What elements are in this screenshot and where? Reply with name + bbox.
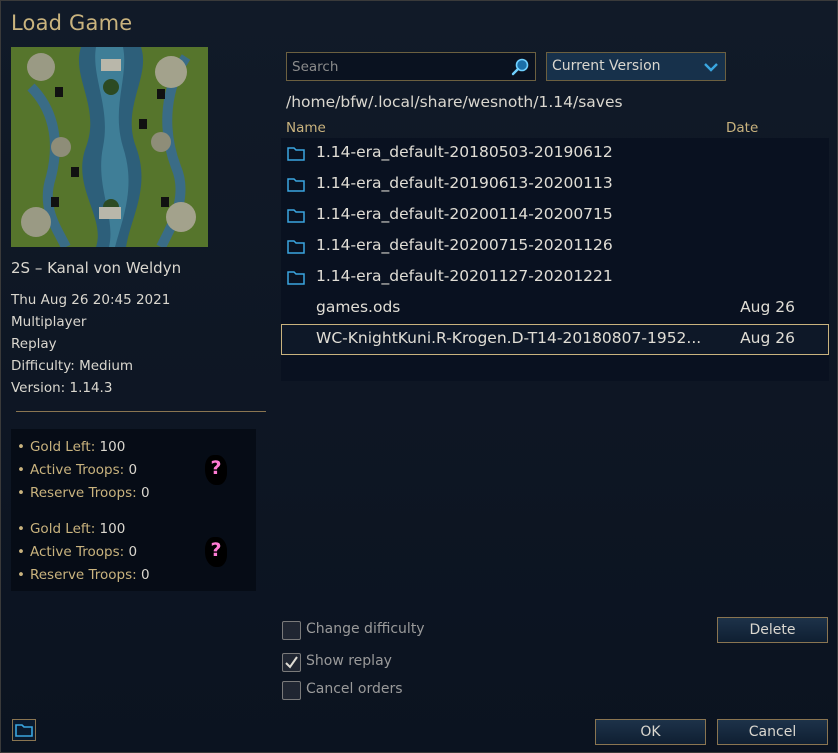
search-box[interactable]: [286, 52, 536, 81]
file-name: 1.14-era_default-20200114-20200715: [316, 205, 613, 223]
folder-icon: [287, 147, 305, 161]
search-icon[interactable]: [510, 57, 530, 77]
file-name: games.ods: [316, 298, 401, 316]
file-name: 1.14-era_default-20201127-20201221: [316, 267, 613, 285]
player-1-active-troops: • Active Troops: 0: [17, 462, 138, 478]
chevron-down-icon: [704, 63, 718, 72]
player-2-reserve-troops: • Reserve Troops: 0: [17, 567, 150, 583]
dialog-title: Load Game: [11, 11, 133, 35]
folder-row[interactable]: 1.14-era_default-20190613-20200113: [281, 169, 829, 200]
scenario-title: 2S – Kanal von Weldyn: [11, 259, 182, 277]
load-game-dialog: Load Game 2S – Kanal von Weldyn Thu Aug …: [0, 0, 838, 753]
folder-icon: [15, 724, 33, 737]
folder-icon: [287, 209, 305, 223]
show-replay-label: Show replay: [306, 653, 392, 669]
players-summary: • Gold Left: 100 • Active Troops: 0 • Reser…: [11, 429, 256, 591]
file-date: Aug 26: [740, 329, 795, 347]
folder-row[interactable]: 1.14-era_default-20201127-20201221: [281, 262, 829, 293]
version: Version: 1.14.3: [11, 380, 113, 396]
folder-icon: [287, 271, 305, 285]
version-filter-value: Current Version: [552, 58, 661, 74]
ok-button[interactable]: OK: [595, 719, 706, 745]
file-date: Aug 26: [740, 298, 795, 316]
version-filter-dropdown[interactable]: Current Version: [546, 52, 726, 81]
player-1-portrait-icon: ?: [205, 455, 227, 485]
file-row[interactable]: games.ods Aug 26: [281, 293, 829, 324]
game-mode: Multiplayer: [11, 314, 87, 330]
cancel-button[interactable]: Cancel: [717, 719, 828, 745]
change-difficulty-label: Change difficulty: [306, 621, 425, 637]
saves-path: /home/bfw/.local/share/wesnoth/1.14/save…: [286, 93, 623, 111]
file-name: WC-KnightKuni.R-Krogen.D-T14-20180807-19…: [316, 329, 702, 347]
difficulty: Difficulty: Medium: [11, 358, 134, 374]
folder-row[interactable]: 1.14-era_default-20180503-20190612: [281, 138, 829, 169]
player-2-gold: • Gold Left: 100: [17, 521, 126, 537]
scenario-minimap: [11, 47, 208, 247]
checkbox-box[interactable]: [282, 681, 301, 700]
checkmark-icon: [285, 656, 298, 669]
folder-icon: [287, 178, 305, 192]
player-1-reserve-troops: • Reserve Troops: 0: [17, 485, 150, 501]
cancel-orders-label: Cancel orders: [306, 681, 403, 697]
save-metadata: Thu Aug 26 20:45 2021 Multiplayer Replay…: [11, 289, 170, 399]
file-name: 1.14-era_default-20190613-20200113: [316, 174, 613, 192]
save-type: Replay: [11, 336, 57, 352]
open-folder-button[interactable]: [12, 719, 36, 741]
player-2-active-troops: • Active Troops: 0: [17, 544, 138, 560]
file-row-selected[interactable]: WC-KnightKuni.R-Krogen.D-T14-20180807-19…: [281, 324, 829, 355]
save-date: Thu Aug 26 20:45 2021: [11, 292, 171, 308]
checkbox-box[interactable]: [282, 621, 301, 640]
player-2-portrait-icon: ?: [205, 537, 227, 567]
folder-row[interactable]: 1.14-era_default-20200715-20201126: [281, 231, 829, 262]
column-header-date[interactable]: Date: [726, 120, 758, 136]
save-file-list[interactable]: 1.14-era_default-20180503-20190612 1.14-…: [281, 138, 829, 381]
search-input[interactable]: [287, 53, 507, 80]
checkbox-box[interactable]: [282, 653, 301, 672]
file-name: 1.14-era_default-20200715-20201126: [316, 236, 613, 254]
delete-button[interactable]: Delete: [717, 617, 828, 643]
file-name: 1.14-era_default-20180503-20190612: [316, 143, 613, 161]
folder-icon: [287, 240, 305, 254]
folder-row[interactable]: 1.14-era_default-20200114-20200715: [281, 200, 829, 231]
column-header-name[interactable]: Name: [286, 120, 326, 136]
player-1-gold: • Gold Left: 100: [17, 439, 126, 455]
divider: [16, 411, 266, 412]
